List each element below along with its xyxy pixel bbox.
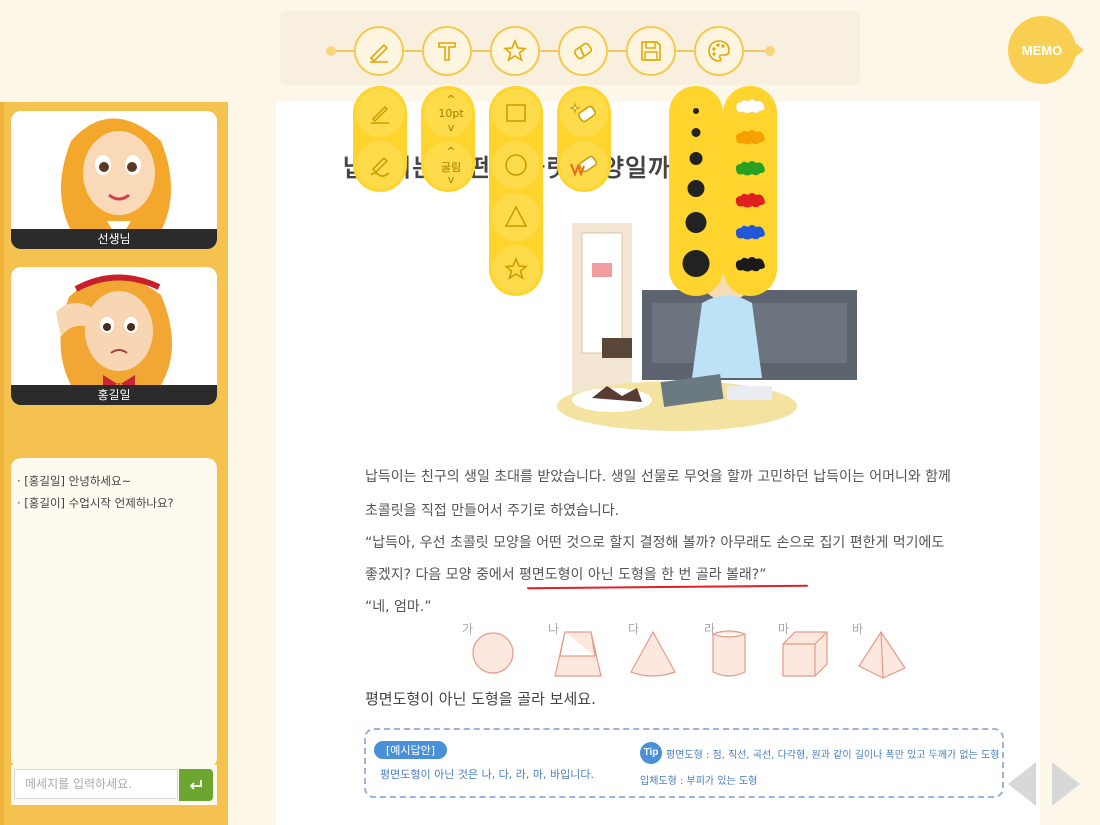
star-icon: [502, 38, 528, 62]
answer-box: [364, 728, 1004, 798]
rectangle-option[interactable]: [492, 89, 540, 137]
tip-text: 입체도형 : 부피가 있는 도형: [640, 776, 758, 787]
chevron-down-icon: v: [447, 121, 455, 134]
color-swatch[interactable]: [733, 254, 767, 274]
font-size-option[interactable]: ^ 10pt v: [424, 89, 472, 137]
pen-icon: [369, 43, 389, 63]
eraser-all-option[interactable]: [560, 141, 608, 189]
participant-card-student[interactable]: 홍길일: [11, 267, 217, 405]
sidebar-edge: [0, 102, 4, 825]
textbook-page: [276, 102, 1040, 825]
palette-icon: [708, 40, 730, 62]
chat-message-input[interactable]: [14, 769, 178, 799]
story-paragraph: 초콜릿을 직접 만들어서 주기로 하였습니다.: [365, 503, 620, 519]
font-style-option[interactable]: ^ 굴림 v: [424, 141, 472, 189]
pen-tool-button[interactable]: [354, 26, 404, 76]
color-swatch[interactable]: [733, 190, 767, 210]
thickness-m-option[interactable]: [689, 152, 703, 165]
thickness-xl-option[interactable]: [685, 212, 707, 233]
color-swatch[interactable]: [733, 127, 767, 147]
cylinder-shape: [712, 630, 746, 677]
circle-option[interactable]: [492, 141, 540, 189]
save-icon: [641, 41, 661, 61]
color-swatch[interactable]: [733, 222, 767, 242]
answer-text: 평면도형이 아닌 것은 나, 다, 라, 마, 바입니다.: [380, 768, 594, 781]
toolbar-track-end: [326, 46, 336, 56]
text-icon: [438, 42, 456, 61]
thickness-l-option[interactable]: [687, 180, 705, 197]
color-options-panel: [723, 86, 777, 296]
prev-page-arrow[interactable]: [1008, 762, 1036, 806]
color-swatch[interactable]: [733, 158, 767, 178]
answer-badge: [예시답안]: [374, 741, 448, 759]
eraser-icon: [573, 42, 593, 60]
pen-thin-icon: [371, 105, 389, 124]
story-paragraph: “네, 엄마.”: [365, 599, 432, 615]
frustum-shape: [554, 631, 602, 677]
pen-thin-option[interactable]: [356, 89, 404, 137]
chat-log: · [홍길일] 안녕하세요~ · [홍길이] 수업시작 언제하나요?: [11, 458, 217, 768]
pen-options-panel: [353, 86, 407, 192]
participant-name: 선생님: [11, 229, 217, 249]
tip-text: 평면도형 : 점, 직선, 곡선, 다각형, 원과 같이 길이나 폭만 있고 두…: [666, 750, 1000, 761]
eraser-tool-button[interactable]: [558, 26, 608, 76]
shape-choices: [472, 630, 906, 679]
story-paragraph: “납득아, 우선 초콜릿 모양을 어떤 것으로 할지 결정해 볼까? 아무래도 …: [365, 535, 945, 551]
color-swatch[interactable]: [733, 96, 767, 116]
cube-shape: [782, 631, 828, 677]
font-size-value: 10pt: [438, 107, 464, 120]
thickness-options-panel: [669, 86, 723, 296]
chat-message: · [홍길일] 안녕하세요~: [17, 474, 132, 488]
enter-icon: [189, 780, 202, 790]
toolbar-track-end: [765, 46, 775, 56]
next-page-arrow[interactable]: [1052, 762, 1080, 806]
tip-badge: Tip: [640, 742, 662, 764]
thickness-s-option[interactable]: [691, 128, 701, 137]
participant-name: 홍길일: [11, 385, 217, 405]
participants-sidebar: 선생님 홍길일 · [홍길일] 안녕하세요~ · [홍길이] 수업시작 언제하나…: [0, 102, 228, 825]
eraser-sparkle-icon: [570, 102, 596, 123]
question-text: 평면도형이 아닌 도형을 골라 보세요.: [365, 690, 596, 708]
save-button[interactable]: [626, 26, 676, 76]
chat-message: · [홍길이] 수업시작 언제하나요?: [17, 496, 174, 510]
shape-tool-button[interactable]: [490, 26, 540, 76]
chevron-down-icon: v: [447, 173, 455, 186]
cone-shape: [630, 630, 676, 677]
participant-card-teacher[interactable]: 선생님: [11, 111, 217, 249]
pen-freehand-icon: [370, 156, 390, 177]
triangle-option[interactable]: [492, 193, 540, 241]
text-options-panel: ^ 10pt v ^ 굴림 v: [421, 86, 475, 192]
story-paragraph: 납득이는 친구의 생일 초대를 받았습니다. 생일 선물로 무엇을 할까 고민하…: [365, 469, 951, 485]
eraser-partial-option[interactable]: [560, 89, 608, 137]
pyramid-shape: [858, 630, 906, 679]
star-icon: [504, 257, 528, 280]
circle-shape: [472, 632, 514, 674]
thickness-xs-option[interactable]: [693, 108, 699, 114]
story-paragraph: 좋겠지? 다음 모양 중에서 평면도형이 아닌 도형을 한 번 골라 볼래?”: [365, 567, 767, 583]
send-button[interactable]: [179, 769, 213, 801]
eraser-clear-icon: [570, 155, 597, 177]
shape-options-panel: [489, 86, 543, 296]
triangle-icon: [504, 205, 528, 227]
rectangle-icon: [506, 104, 526, 122]
eraser-options-panel: [557, 86, 611, 192]
top-toolbar: MEMO: [0, 0, 1100, 102]
chevron-up-icon: ^: [446, 93, 456, 106]
text-tool-button[interactable]: [422, 26, 472, 76]
thickness-xxl-option[interactable]: [682, 250, 710, 277]
chevron-up-icon: ^: [446, 145, 456, 158]
memo-button[interactable]: MEMO: [1008, 16, 1084, 84]
circle-icon: [505, 154, 527, 176]
star-option[interactable]: [492, 245, 540, 293]
color-tool-button[interactable]: [694, 26, 744, 76]
pen-freehand-option[interactable]: [356, 141, 404, 189]
